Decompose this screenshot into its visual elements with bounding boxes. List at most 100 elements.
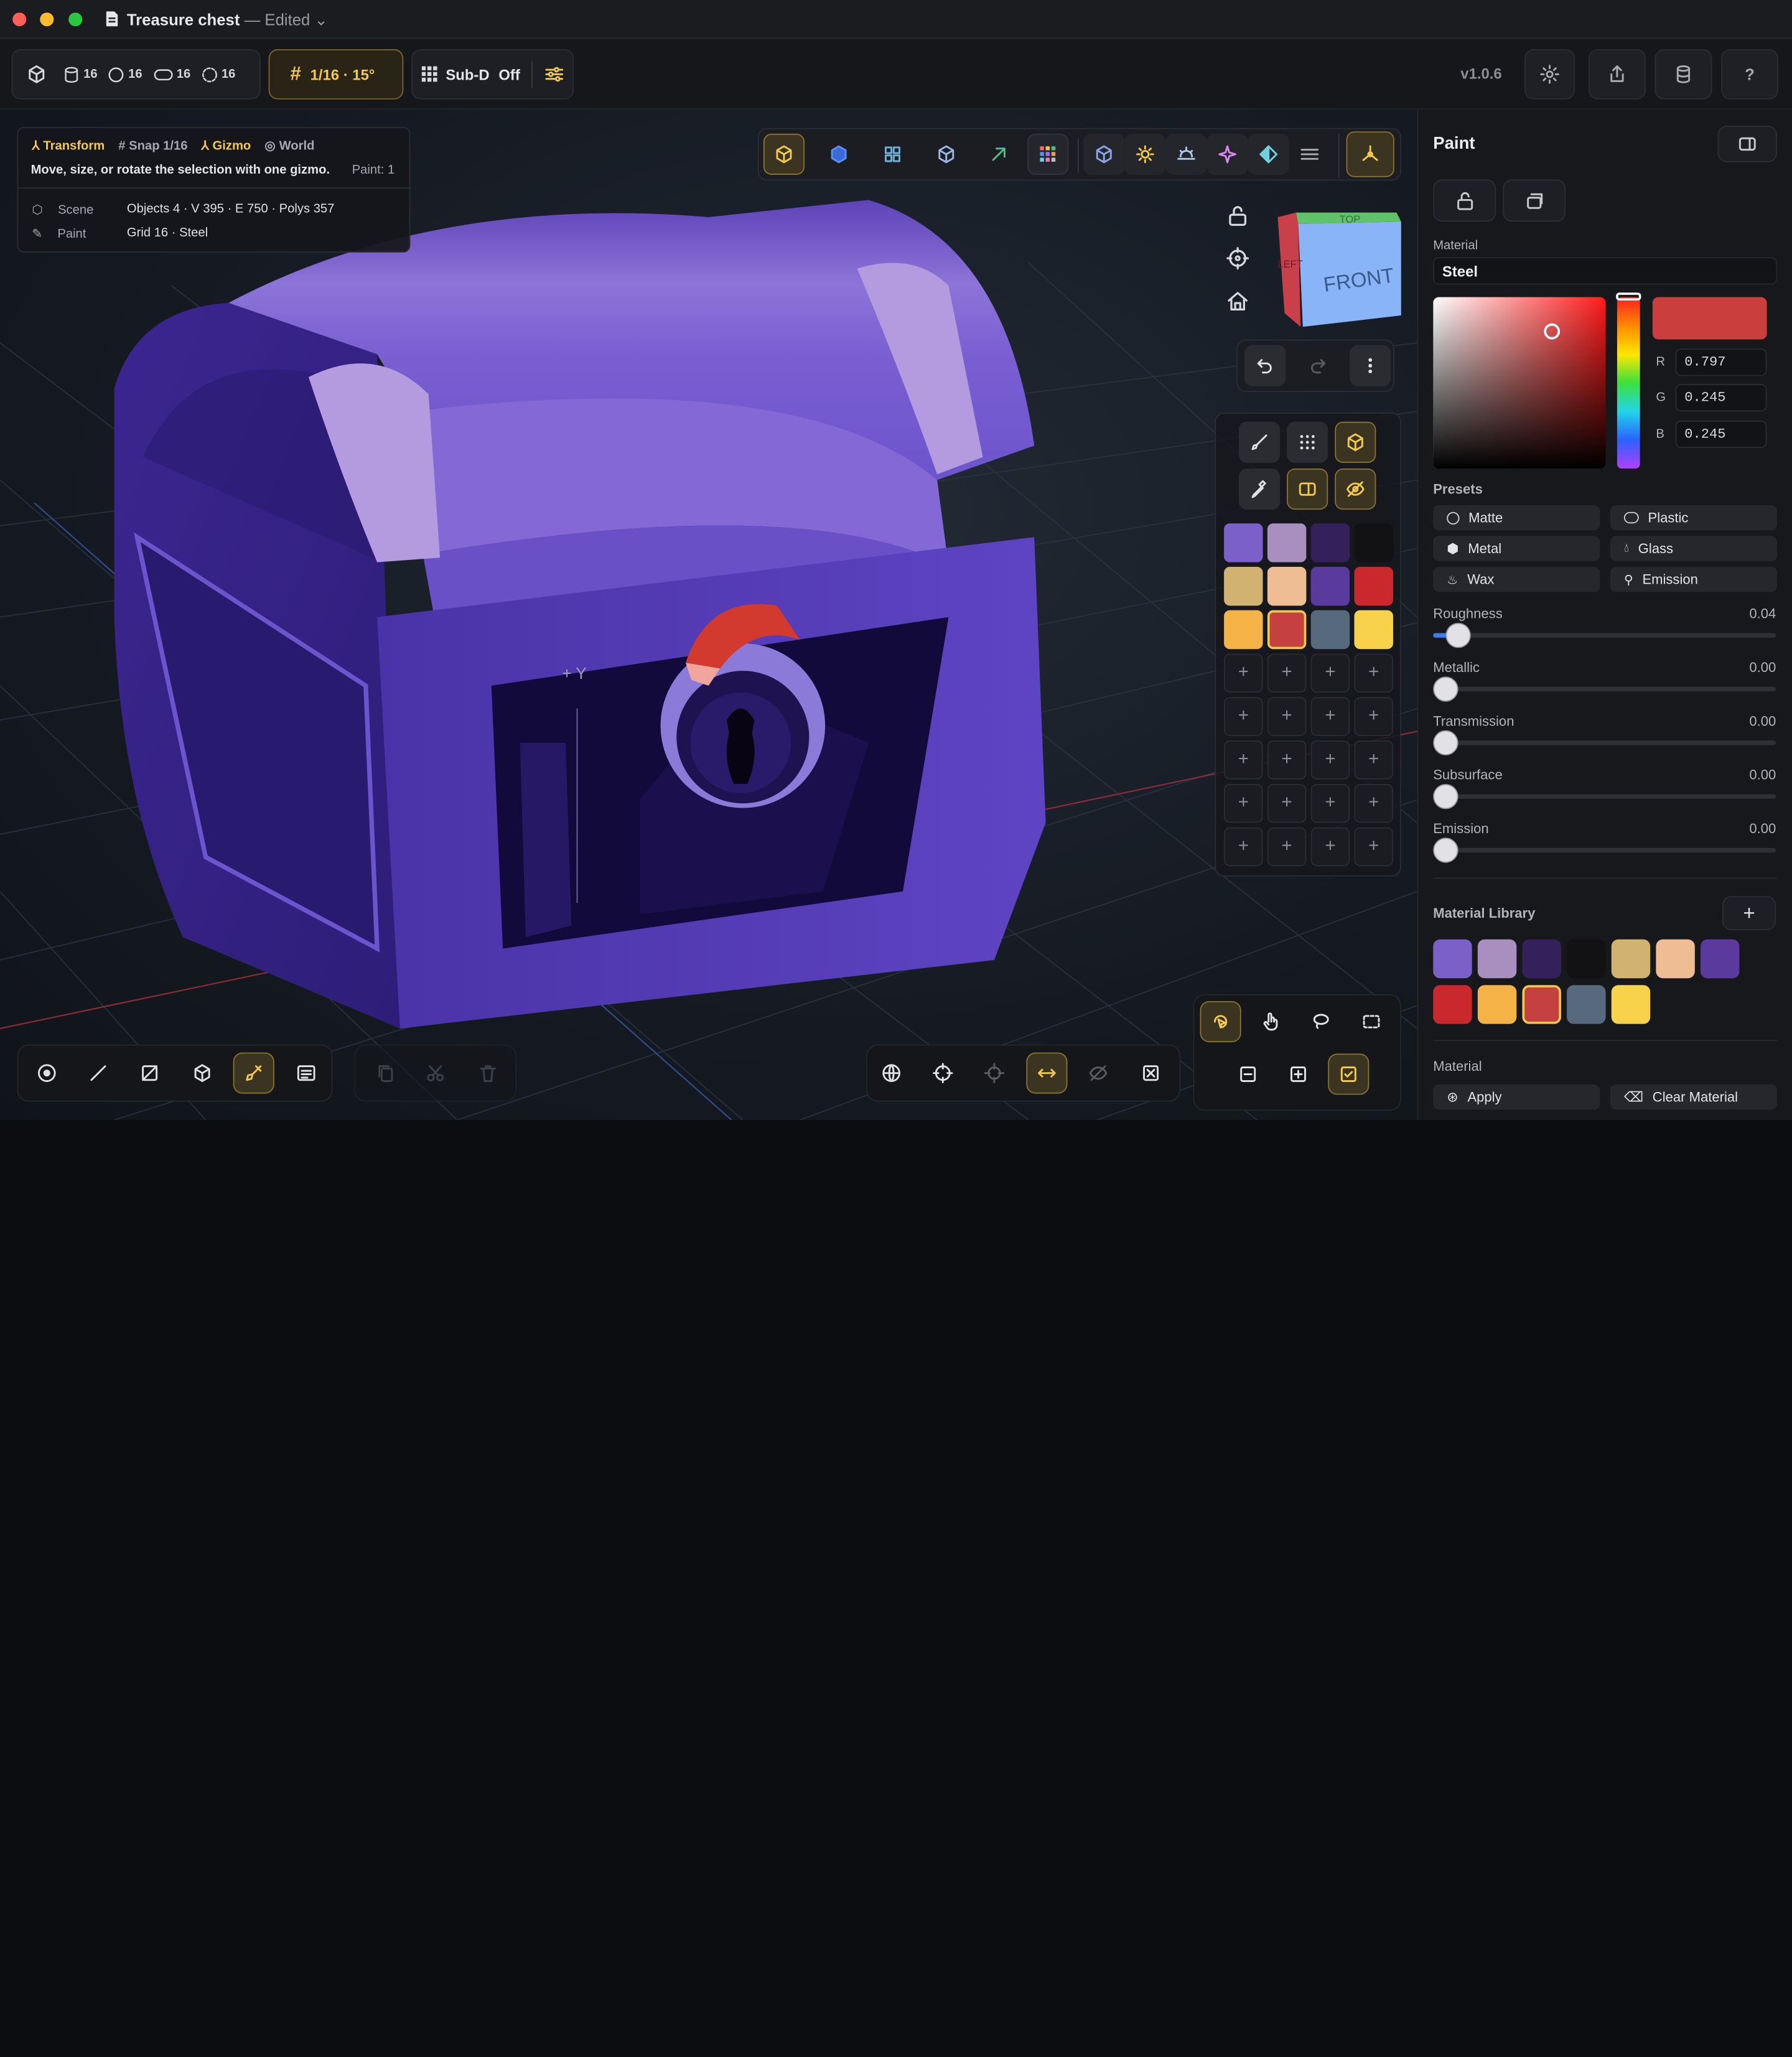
gizmo-indicator[interactable]: ⅄ Gizmo <box>202 138 251 153</box>
empty-swatch-slot[interactable]: + <box>1267 783 1307 823</box>
library-swatch[interactable] <box>1433 985 1472 1024</box>
preset-wax[interactable]: ♨ Wax <box>1433 567 1600 592</box>
zoom-window-button[interactable] <box>68 12 83 27</box>
library-swatch[interactable] <box>1611 985 1651 1024</box>
color-swatch[interactable] <box>1267 610 1307 650</box>
color-swatch[interactable] <box>1224 610 1263 650</box>
library-swatch[interactable] <box>1522 939 1561 979</box>
close-window-button[interactable] <box>12 12 27 27</box>
library-swatch[interactable] <box>1611 939 1651 979</box>
color-swatch[interactable] <box>1224 523 1263 562</box>
preset-plastic[interactable]: Plastic <box>1610 505 1778 531</box>
object-fill-button[interactable] <box>1335 421 1376 463</box>
library-swatch[interactable] <box>1522 985 1561 1024</box>
slider-knob[interactable] <box>1445 623 1472 648</box>
select-replace-button[interactable] <box>1328 1053 1370 1095</box>
select-subtract-button[interactable] <box>1228 1053 1269 1094</box>
vertex-mode-button[interactable] <box>26 1053 67 1094</box>
color-swatch[interactable] <box>1267 523 1307 562</box>
color-swatch[interactable] <box>1354 523 1393 562</box>
snap-indicator[interactable]: # Snap 1/16 <box>118 139 187 152</box>
snap-setting-button[interactable]: # 1/16 · 15° <box>268 49 404 100</box>
subd-label[interactable]: Sub-D <box>446 66 489 83</box>
add-material-button[interactable]: + <box>1722 895 1776 931</box>
cut-button[interactable] <box>415 1053 456 1094</box>
object-mode-button[interactable] <box>182 1053 223 1094</box>
gizmo-button[interactable] <box>1346 131 1394 177</box>
minimize-window-button[interactable] <box>40 12 54 27</box>
library-swatch[interactable] <box>1656 939 1695 979</box>
select-add-button[interactable] <box>1277 1053 1318 1094</box>
empty-swatch-slot[interactable]: + <box>1224 740 1263 780</box>
empty-swatch-slot[interactable]: + <box>1267 653 1307 693</box>
view-cube-left[interactable]: LEFT <box>1277 258 1302 270</box>
delete-button[interactable] <box>467 1053 508 1094</box>
torus-count[interactable]: 16 <box>201 66 235 83</box>
world-space-button[interactable] <box>871 1053 912 1094</box>
r-input[interactable]: 0.797 <box>1675 348 1767 376</box>
unlock-material-button[interactable] <box>1433 179 1496 222</box>
slider-knob[interactable] <box>1433 676 1458 702</box>
view-settings-button[interactable] <box>1289 134 1330 175</box>
color-swatch[interactable] <box>1310 610 1350 650</box>
sphere-count[interactable]: 16 <box>108 66 142 83</box>
empty-swatch-slot[interactable]: + <box>1310 827 1350 867</box>
slider-track[interactable] <box>1433 676 1776 702</box>
material-preview-button[interactable] <box>1083 133 1125 175</box>
material-name-field[interactable]: Steel <box>1433 257 1778 285</box>
empty-swatch-slot[interactable]: + <box>1224 827 1263 867</box>
box-select-button[interactable] <box>1351 1001 1392 1042</box>
empty-swatch-slot[interactable]: + <box>1354 740 1393 780</box>
copy-button[interactable] <box>365 1053 406 1094</box>
hide-overlay-button[interactable] <box>1335 469 1376 510</box>
color-swatch[interactable] <box>1354 567 1393 606</box>
view-cube[interactable]: TOP FRONT LEFT <box>1271 208 1406 334</box>
b-input[interactable]: 0.245 <box>1675 420 1767 448</box>
color-picker-square[interactable] <box>1433 297 1606 469</box>
color-swatch[interactable] <box>1310 523 1350 562</box>
eyedropper-button[interactable] <box>1238 469 1281 510</box>
color-swatch[interactable] <box>1267 567 1307 606</box>
library-swatch[interactable] <box>1477 939 1517 979</box>
move-arrow-button[interactable] <box>978 134 1019 175</box>
duplicate-material-button[interactable] <box>1503 179 1566 222</box>
lasso-select-button[interactable] <box>1300 1001 1342 1042</box>
mode-transform[interactable]: ⅄ Transform <box>32 138 105 153</box>
library-swatch[interactable] <box>1567 939 1606 979</box>
empty-swatch-slot[interactable]: + <box>1310 653 1350 693</box>
preset-metal[interactable]: ⬢ Metal <box>1433 536 1600 561</box>
color-picker-cursor[interactable] <box>1544 323 1561 340</box>
help-button[interactable]: ? <box>1721 49 1778 100</box>
palette-grid-button[interactable] <box>1027 133 1069 175</box>
brush-tool-button[interactable] <box>1238 421 1281 463</box>
color-swatch[interactable] <box>1354 610 1393 650</box>
edge-mode-button[interactable] <box>78 1053 119 1094</box>
toggle-sidebar-button[interactable] <box>1717 126 1778 162</box>
shaded-view-button[interactable] <box>818 134 859 175</box>
sliders-icon[interactable] <box>544 64 564 85</box>
color-swatch[interactable] <box>1310 567 1350 606</box>
settings-button[interactable] <box>1524 49 1575 100</box>
preset-glass[interactable]: 💧︎ Glass <box>1610 536 1778 561</box>
notes-mode-button[interactable] <box>286 1053 327 1094</box>
library-swatch[interactable] <box>1433 939 1472 979</box>
g-input[interactable]: 0.245 <box>1675 384 1767 412</box>
empty-swatch-slot[interactable]: + <box>1310 697 1350 736</box>
environment-button[interactable] <box>1165 133 1207 175</box>
split-view-button[interactable] <box>1287 469 1328 510</box>
3d-viewport[interactable]: + Y ⅄ Transform # Snap 1/16 ⅄ Gizmo ◎ Wo… <box>0 110 1417 1120</box>
color-swatch[interactable] <box>1224 567 1263 606</box>
slider-knob[interactable] <box>1433 837 1458 863</box>
slider-track[interactable] <box>1433 783 1776 809</box>
slider-track[interactable] <box>1433 623 1776 648</box>
lighting-button[interactable] <box>1124 133 1166 175</box>
slider-track[interactable] <box>1433 730 1776 756</box>
empty-swatch-slot[interactable]: + <box>1267 827 1307 867</box>
redo-button[interactable] <box>1297 345 1338 386</box>
select-hand-button[interactable] <box>1250 1001 1291 1042</box>
select-pointer-button[interactable] <box>1200 1001 1241 1043</box>
home-view-button[interactable] <box>1226 289 1249 318</box>
library-swatch[interactable] <box>1567 985 1606 1024</box>
subd-state[interactable]: Off <box>498 66 520 83</box>
hide-button[interactable] <box>1078 1053 1119 1094</box>
